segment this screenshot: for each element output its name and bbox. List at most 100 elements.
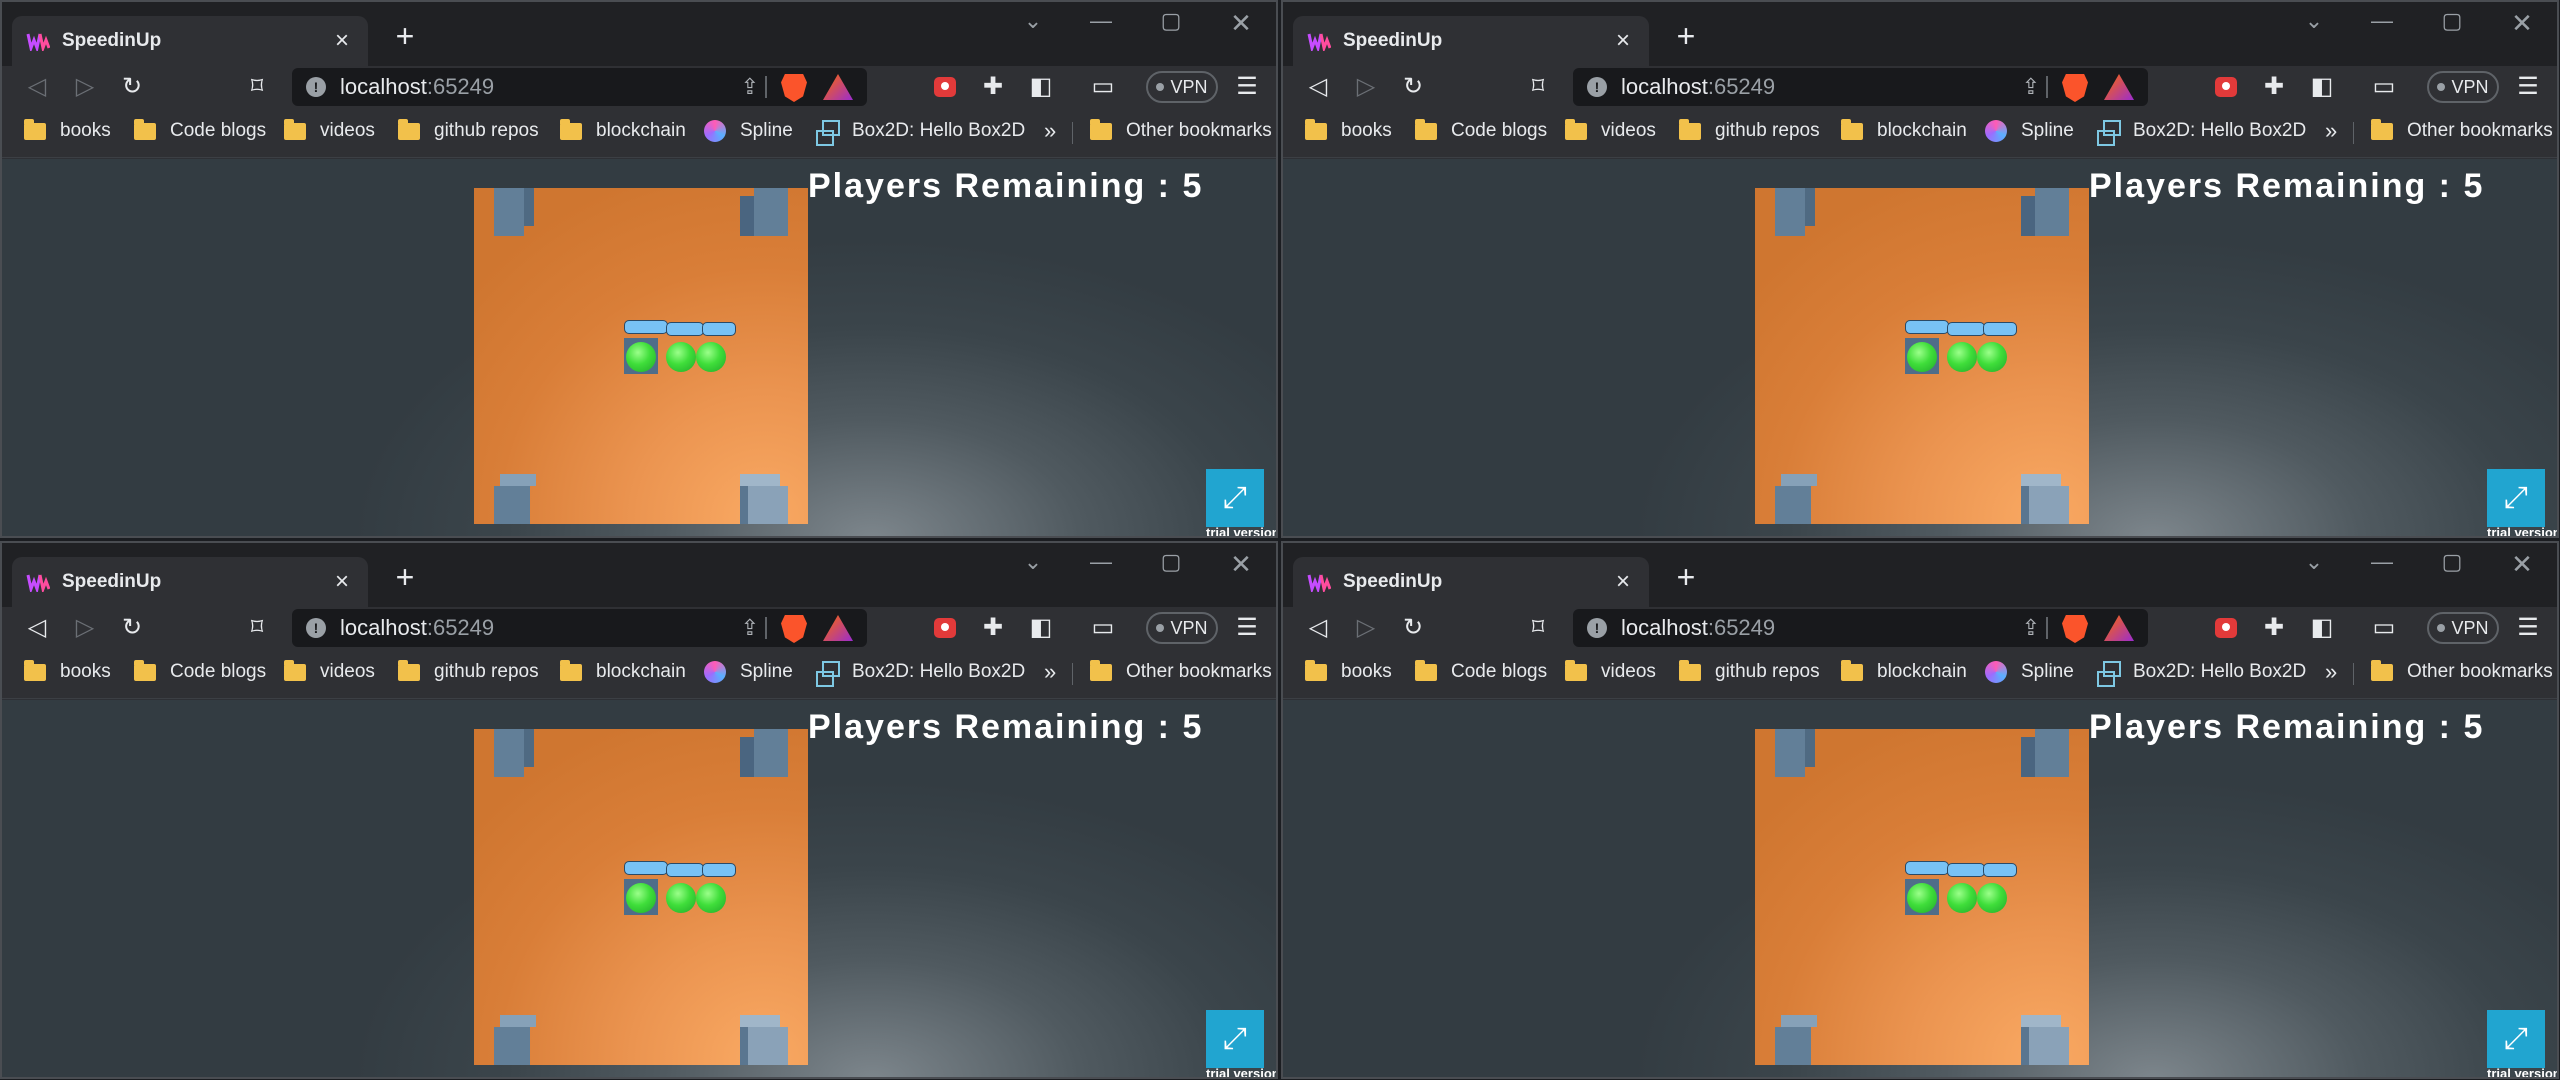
- brave-lion-icon[interactable]: [2062, 74, 2088, 102]
- forward-arrow-icon[interactable]: ▷: [1351, 613, 1381, 643]
- bookmark-box2d[interactable]: Box2D: Hello Box2D: [2097, 120, 2306, 146]
- share-icon[interactable]: ⇪: [2022, 615, 2040, 641]
- share-icon[interactable]: ⇪: [741, 615, 759, 641]
- puzzle-icon[interactable]: ✚: [2259, 72, 2289, 102]
- game-viewport[interactable]: Players Remaining : 5 ⤢ trial version: [1283, 159, 2557, 536]
- close-window-button[interactable]: ✕: [1226, 549, 1256, 580]
- record-extension-icon[interactable]: [2215, 618, 2237, 638]
- minimize-button[interactable]: —: [2367, 8, 2397, 34]
- other-bookmarks[interactable]: Other bookmarks: [1090, 659, 1272, 683]
- bookmark-box2d[interactable]: Box2D: Hello Box2D: [816, 661, 1025, 687]
- hamburger-menu-icon[interactable]: ☰: [2513, 72, 2543, 102]
- bookmark-icon[interactable]: ⌑: [242, 613, 272, 643]
- wallet-icon[interactable]: ▭: [2369, 613, 2399, 643]
- info-icon[interactable]: !: [1587, 77, 1607, 97]
- more-bookmarks-icon[interactable]: »: [2325, 659, 2337, 685]
- info-icon[interactable]: !: [1587, 618, 1607, 638]
- sidebar-icon[interactable]: ◧: [1026, 72, 1056, 102]
- bookmark-box2d[interactable]: Box2D: Hello Box2D: [2097, 661, 2306, 687]
- brave-rewards-icon[interactable]: [2104, 74, 2134, 100]
- tab-close-icon[interactable]: ×: [330, 27, 354, 55]
- reload-icon[interactable]: ↻: [117, 613, 147, 643]
- tab-close-icon[interactable]: ×: [1611, 568, 1635, 596]
- minimize-button[interactable]: —: [1086, 8, 1116, 34]
- bookmark-folder-code-blogs[interactable]: Code blogs: [134, 659, 266, 683]
- brave-lion-icon[interactable]: [781, 74, 807, 102]
- expand-icon[interactable]: ⤢: [1206, 1010, 1264, 1068]
- other-bookmarks[interactable]: Other bookmarks: [1090, 118, 1272, 142]
- share-icon[interactable]: ⇪: [741, 74, 759, 100]
- hamburger-menu-icon[interactable]: ☰: [2513, 613, 2543, 643]
- bookmark-folder-videos[interactable]: videos: [284, 659, 375, 683]
- bookmark-folder-github-repos[interactable]: github repos: [398, 659, 539, 683]
- hamburger-menu-icon[interactable]: ☰: [1232, 613, 1262, 643]
- tab-search-chevron-icon[interactable]: ⌄: [2299, 8, 2329, 34]
- minimize-button[interactable]: —: [1086, 549, 1116, 575]
- bookmark-spline[interactable]: Spline: [1985, 661, 2074, 683]
- bookmark-icon[interactable]: ⌑: [242, 72, 272, 102]
- address-bar[interactable]: ! localhost :65249 ⇪: [1573, 68, 2148, 106]
- back-arrow-icon[interactable]: ◁: [22, 72, 52, 102]
- bookmark-folder-github-repos[interactable]: github repos: [1679, 659, 1820, 683]
- bookmark-folder-books[interactable]: books: [1305, 659, 1392, 683]
- bookmark-folder-blockchain[interactable]: blockchain: [1841, 659, 1967, 683]
- game-viewport[interactable]: Players Remaining : 5 ⤢ trial version: [2, 159, 1276, 536]
- other-bookmarks[interactable]: Other bookmarks: [2371, 659, 2553, 683]
- bookmark-spline[interactable]: Spline: [1985, 120, 2074, 142]
- wallet-icon[interactable]: ▭: [2369, 72, 2399, 102]
- sidebar-icon[interactable]: ◧: [1026, 613, 1056, 643]
- vpn-button[interactable]: VPN: [1146, 71, 1218, 103]
- back-arrow-icon[interactable]: ◁: [1303, 72, 1333, 102]
- new-tab-button[interactable]: +: [1669, 561, 1703, 593]
- bookmark-folder-blockchain[interactable]: blockchain: [1841, 118, 1967, 142]
- close-window-button[interactable]: ✕: [1226, 8, 1256, 39]
- address-bar[interactable]: ! localhost :65249 ⇪: [292, 609, 867, 647]
- minimize-button[interactable]: —: [2367, 549, 2397, 575]
- bookmark-box2d[interactable]: Box2D: Hello Box2D: [816, 120, 1025, 146]
- sidebar-icon[interactable]: ◧: [2307, 613, 2337, 643]
- more-bookmarks-icon[interactable]: »: [1044, 118, 1056, 144]
- game-viewport[interactable]: Players Remaining : 5 ⤢ trial version: [1283, 700, 2557, 1077]
- record-extension-icon[interactable]: [934, 77, 956, 97]
- reload-icon[interactable]: ↻: [1398, 613, 1428, 643]
- game-viewport[interactable]: Players Remaining : 5 ⤢ trial version: [2, 700, 1276, 1077]
- record-extension-icon[interactable]: [934, 618, 956, 638]
- maximize-button[interactable]: ▢: [2437, 549, 2467, 575]
- new-tab-button[interactable]: +: [388, 561, 422, 593]
- maximize-button[interactable]: ▢: [1156, 549, 1186, 575]
- brave-rewards-icon[interactable]: [823, 615, 853, 641]
- bookmark-folder-blockchain[interactable]: blockchain: [560, 659, 686, 683]
- bookmark-folder-code-blogs[interactable]: Code blogs: [1415, 118, 1547, 142]
- forward-arrow-icon[interactable]: ▷: [70, 72, 100, 102]
- bookmark-folder-github-repos[interactable]: github repos: [1679, 118, 1820, 142]
- bookmark-folder-books[interactable]: books: [24, 118, 111, 142]
- bookmark-folder-videos[interactable]: videos: [1565, 659, 1656, 683]
- vpn-button[interactable]: VPN: [2427, 612, 2499, 644]
- puzzle-icon[interactable]: ✚: [2259, 613, 2289, 643]
- tab-speedinup[interactable]: SpeedinUp ×: [12, 557, 368, 607]
- info-icon[interactable]: !: [306, 618, 326, 638]
- bookmark-folder-videos[interactable]: videos: [284, 118, 375, 142]
- bookmark-folder-github-repos[interactable]: github repos: [398, 118, 539, 142]
- tab-speedinup[interactable]: SpeedinUp ×: [1293, 16, 1649, 66]
- reload-icon[interactable]: ↻: [1398, 72, 1428, 102]
- bookmark-icon[interactable]: ⌑: [1523, 72, 1553, 102]
- info-icon[interactable]: !: [306, 77, 326, 97]
- record-extension-icon[interactable]: [2215, 77, 2237, 97]
- brave-lion-icon[interactable]: [781, 615, 807, 643]
- address-bar[interactable]: ! localhost :65249 ⇪: [292, 68, 867, 106]
- forward-arrow-icon[interactable]: ▷: [70, 613, 100, 643]
- wallet-icon[interactable]: ▭: [1088, 613, 1118, 643]
- bookmark-folder-videos[interactable]: videos: [1565, 118, 1656, 142]
- reload-icon[interactable]: ↻: [117, 72, 147, 102]
- sidebar-icon[interactable]: ◧: [2307, 72, 2337, 102]
- vpn-button[interactable]: VPN: [2427, 71, 2499, 103]
- brave-rewards-icon[interactable]: [823, 74, 853, 100]
- forward-arrow-icon[interactable]: ▷: [1351, 72, 1381, 102]
- bookmark-folder-books[interactable]: books: [1305, 118, 1392, 142]
- back-arrow-icon[interactable]: ◁: [1303, 613, 1333, 643]
- tab-speedinup[interactable]: SpeedinUp ×: [12, 16, 368, 66]
- expand-icon[interactable]: ⤢: [1206, 469, 1264, 527]
- new-tab-button[interactable]: +: [1669, 20, 1703, 52]
- tab-search-chevron-icon[interactable]: ⌄: [1018, 549, 1048, 575]
